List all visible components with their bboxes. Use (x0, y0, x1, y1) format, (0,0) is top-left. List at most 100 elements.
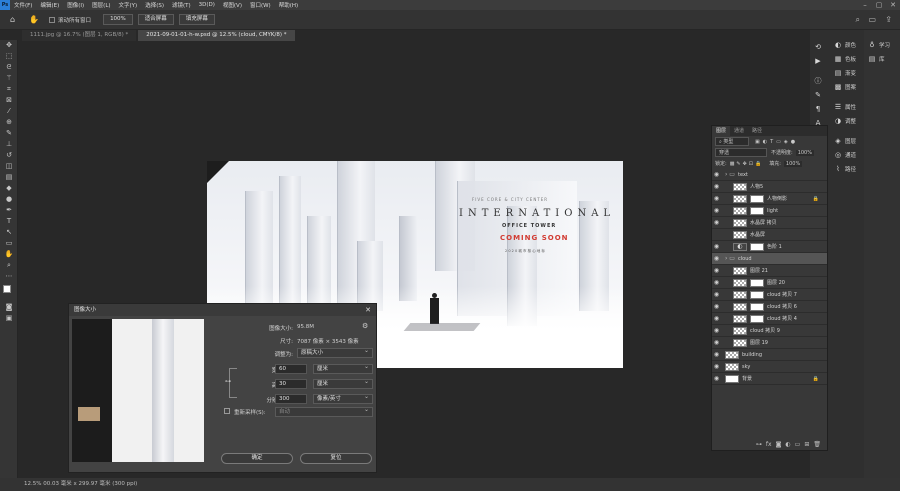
history-icon[interactable]: ⟲ (810, 40, 830, 54)
zoom-tool-icon[interactable]: ⌕ (0, 260, 18, 271)
menu-edit[interactable]: 编辑(E) (36, 1, 63, 9)
fit-screen-button[interactable]: 适合屏幕 (137, 14, 174, 25)
history-brush-icon[interactable]: ↺ (0, 150, 18, 161)
panel-color[interactable]: ◐ 颜色 (830, 38, 864, 52)
stamp-tool-icon[interactable]: ⊥ (0, 139, 18, 150)
lock-icons[interactable]: ▩✎✥⊡🔒 (730, 161, 764, 167)
panel-properties[interactable]: ☰ 属性 (830, 100, 864, 114)
layer-row[interactable]: ◉ › ▭ cloud (712, 253, 827, 265)
gear-icon[interactable]: ⚙ (362, 322, 368, 330)
layer-row[interactable]: ◉ › ▭ text (712, 169, 827, 181)
visibility-eye-icon[interactable]: ◉ (712, 363, 721, 370)
ok-button[interactable]: 确定 (221, 453, 293, 464)
layer-row[interactable]: ◉ 人物倒影 🔒 (712, 193, 827, 205)
fill-screen-button[interactable]: 填充屏幕 (178, 14, 215, 25)
menu-type[interactable]: 文字(Y) (115, 1, 142, 9)
path-select-tool-icon[interactable]: ↖ (0, 227, 18, 238)
panel-patterns[interactable]: ▩ 图案 (830, 80, 864, 94)
layer-row[interactable]: ◉ cloud 拷贝 4 (712, 313, 827, 325)
layer-mask-thumbnail[interactable] (750, 278, 764, 287)
visibility-eye-icon[interactable]: ◉ (712, 171, 721, 178)
opacity-field[interactable]: 100% (795, 149, 814, 156)
magic-wand-tool-icon[interactable]: ⚚ (0, 73, 18, 84)
panel-channels[interactable]: ◎ 通道 (830, 148, 864, 162)
zoom-100-button[interactable]: 100% (103, 14, 133, 25)
visibility-eye-icon[interactable]: ◉ (712, 267, 721, 274)
more-tools-icon[interactable]: ⋯ (0, 271, 18, 282)
tab-layers[interactable]: 图层 (712, 126, 731, 136)
eyedropper-tool-icon[interactable]: ⁄ (0, 106, 18, 117)
folder-icon[interactable]: › ▭ (725, 171, 735, 179)
width-input[interactable]: 60 (275, 364, 307, 374)
layer-row[interactable]: ◉ 图层 19 (712, 337, 827, 349)
frame-tool-icon[interactable]: ⊠ (0, 95, 18, 106)
visibility-eye-icon[interactable]: ◉ (712, 327, 721, 334)
visibility-eye-icon[interactable]: ◉ (712, 255, 721, 262)
close-icon[interactable]: ✕ (365, 304, 371, 316)
visibility-eye-icon[interactable]: ◉ (712, 195, 721, 202)
tab-1111-jpg[interactable]: 1111.jpg @ 16.7% (图层 1, RGB/8) * (22, 30, 137, 41)
layer-mask-thumbnail[interactable] (750, 242, 764, 251)
add-mask-icon[interactable]: ◙ (776, 441, 782, 448)
layer-mask-thumbnail[interactable] (750, 302, 764, 311)
delete-icon[interactable]: 🗑 (813, 441, 821, 448)
lasso-tool-icon[interactable]: ᘓ (0, 62, 18, 73)
maximize-icon[interactable]: ▢ (872, 0, 886, 10)
foreground-color[interactable] (3, 285, 11, 293)
paragraph-icon[interactable]: ¶ (810, 102, 830, 116)
layer-row[interactable]: 水晶屏 (712, 229, 827, 241)
panel-layers[interactable]: ◈ 图层 (830, 134, 864, 148)
layer-row[interactable]: ◉ light (712, 205, 827, 217)
layer-row[interactable]: ◉ 人物5 (712, 181, 827, 193)
quick-mask-icon[interactable]: ◙ (0, 302, 18, 313)
menu-select[interactable]: 选择(S) (141, 1, 168, 9)
visibility-eye-icon[interactable]: ◉ (712, 315, 721, 322)
tab-channels[interactable]: 通道 (730, 126, 748, 136)
layer-mask-thumbnail[interactable] (750, 206, 764, 215)
layer-row[interactable]: ◉ 水晶屏 拷贝 (712, 217, 827, 229)
folder-icon[interactable]: › ▭ (725, 255, 735, 263)
width-unit-select[interactable]: 厘米 (313, 363, 373, 374)
adjustment-layer-icon[interactable]: ◐ (785, 441, 790, 448)
layer-row[interactable]: ◉ sky (712, 361, 827, 373)
rectangle-tool-icon[interactable]: ▭ (0, 238, 18, 249)
info-icon[interactable]: ⓘ (810, 74, 830, 88)
layer-row[interactable]: ◉ 图层 20 (712, 277, 827, 289)
new-group-icon[interactable]: ▭ (795, 441, 801, 448)
hand-tool-icon[interactable]: ✋ (0, 249, 18, 260)
screen-mode-icon[interactable]: ▣ (0, 313, 18, 324)
menu-help[interactable]: 帮助(H) (275, 1, 302, 9)
visibility-eye-icon[interactable]: ◉ (712, 375, 721, 382)
layer-mask-thumbnail[interactable] (750, 290, 764, 299)
actions-icon[interactable]: ▶ (810, 54, 830, 68)
visibility-eye-icon[interactable]: ◉ (712, 303, 721, 310)
layer-row[interactable]: ◉ building (712, 349, 827, 361)
fit-to-select[interactable]: 原稿大小 (297, 347, 373, 358)
height-unit-select[interactable]: 厘米 (313, 378, 373, 389)
layer-row[interactable]: ◉ ◐ 色阶 1 (712, 241, 827, 253)
close-icon[interactable]: ✕ (886, 0, 900, 10)
link-icon[interactable]: ⊶ (225, 378, 231, 385)
menu-file[interactable]: 文件(F) (10, 1, 36, 9)
layer-row[interactable]: ◉ 背景 🔒 (712, 373, 827, 385)
fill-field[interactable]: 100% (783, 160, 803, 167)
blend-mode-select[interactable]: 穿透 (715, 148, 767, 157)
layer-row[interactable]: ◉ 图层 21 (712, 265, 827, 277)
layer-row[interactable]: ◉ cloud 拷贝 9 (712, 325, 827, 337)
tab-paths[interactable]: 路径 (748, 126, 766, 136)
brush-tool-icon[interactable]: ✎ (0, 128, 18, 139)
move-tool-icon[interactable]: ✥ (0, 40, 18, 51)
visibility-eye-icon[interactable]: ◉ (712, 207, 721, 214)
height-input[interactable]: 30 (275, 379, 307, 389)
visibility-eye-icon[interactable]: ◉ (712, 219, 721, 226)
menu-window[interactable]: 窗口(W) (246, 1, 275, 9)
visibility-eye-icon[interactable]: ◉ (712, 291, 721, 298)
gradient-tool-icon[interactable]: ▤ (0, 172, 18, 183)
resolution-input[interactable]: 300 (275, 394, 307, 404)
visibility-eye-icon[interactable]: ◉ (712, 351, 721, 358)
fx-icon[interactable]: fx (766, 441, 772, 448)
visibility-eye-icon[interactable]: ◉ (712, 183, 721, 190)
layer-kind-select[interactable]: ⌕ 类型 (715, 137, 749, 146)
layer-mask-thumbnail[interactable] (750, 194, 764, 203)
search-icon[interactable]: ⌕ (856, 15, 860, 25)
